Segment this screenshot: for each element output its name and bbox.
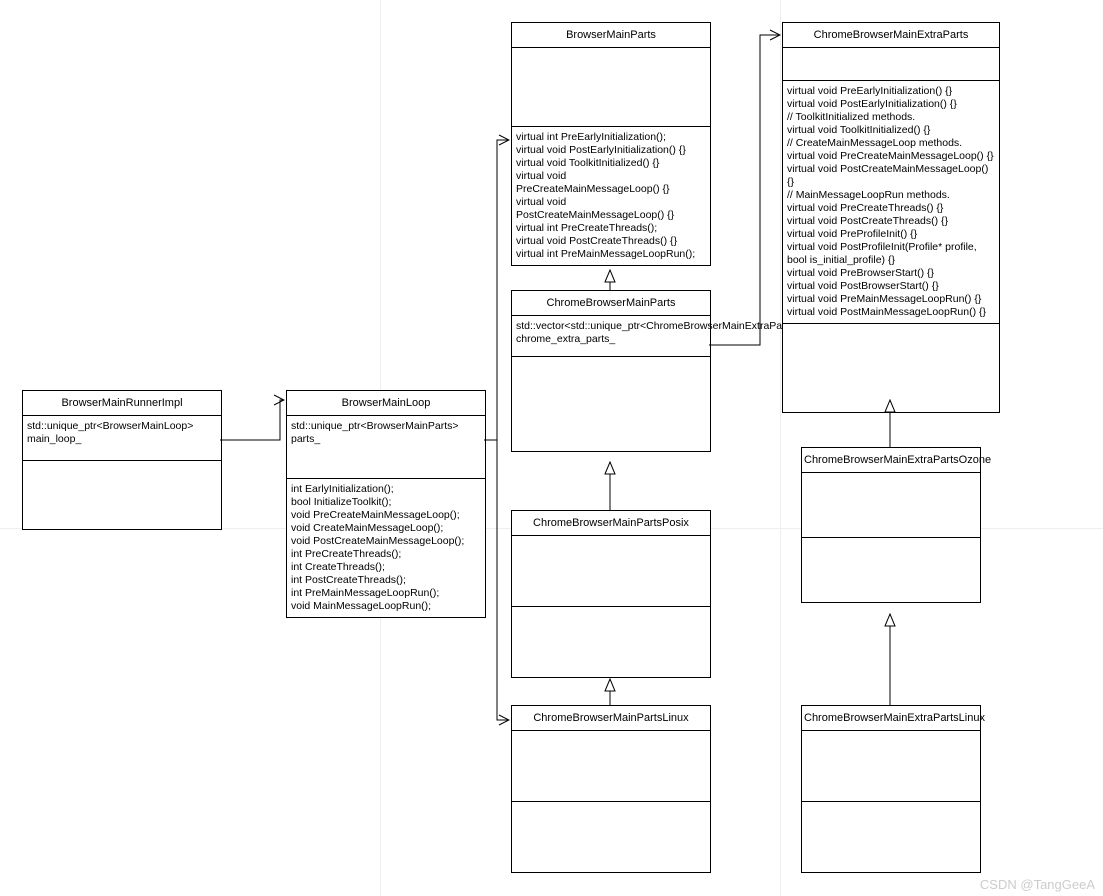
class-chrome-browser-main-extra-parts-linux: ChromeBrowserMainExtraPartsLinux <box>801 705 981 873</box>
class-title: ChromeBrowserMainExtraParts <box>783 23 999 48</box>
class-title: BrowserMainLoop <box>287 391 485 416</box>
class-attrs <box>512 48 710 127</box>
diagram-canvas: BrowserMainRunnerImpl std::unique_ptr<Br… <box>0 0 1103 896</box>
watermark: CSDN @TangGeeA <box>980 877 1095 892</box>
class-ops: int EarlyInitialization(); bool Initiali… <box>287 479 485 617</box>
class-title: BrowserMainParts <box>512 23 710 48</box>
class-attrs <box>802 731 980 802</box>
class-attrs <box>802 473 980 538</box>
assoc-cbmp-to-extra <box>709 35 780 345</box>
assoc-loop-to-parts <box>484 140 509 440</box>
class-attrs <box>512 731 710 802</box>
class-extra <box>783 324 999 412</box>
class-ops <box>802 802 980 872</box>
class-browser-main-loop: BrowserMainLoop std::unique_ptr<BrowserM… <box>286 390 486 618</box>
class-attrs <box>512 536 710 607</box>
assoc-loop-to-linux <box>497 440 509 720</box>
class-chrome-browser-main-parts: ChromeBrowserMainParts std::vector<std::… <box>511 290 711 452</box>
class-ops: virtual int PreEarlyInitialization(); vi… <box>512 127 710 265</box>
class-title: ChromeBrowserMainParts <box>512 291 710 316</box>
class-title: BrowserMainRunnerImpl <box>23 391 221 416</box>
class-title: ChromeBrowserMainExtraPartsLinux <box>802 706 980 731</box>
class-title: ChromeBrowserMainPartsLinux <box>512 706 710 731</box>
assoc-runner-to-loop <box>220 400 284 440</box>
class-ops <box>23 461 221 529</box>
class-ops <box>802 538 980 602</box>
class-ops <box>512 802 710 872</box>
class-title: ChromeBrowserMainPartsPosix <box>512 511 710 536</box>
class-ops: virtual void PreEarlyInitialization() {}… <box>783 81 999 324</box>
class-browser-main-runner-impl: BrowserMainRunnerImpl std::unique_ptr<Br… <box>22 390 222 530</box>
class-attrs: std::unique_ptr<BrowserMainLoop> main_lo… <box>23 416 221 461</box>
class-chrome-browser-main-parts-posix: ChromeBrowserMainPartsPosix <box>511 510 711 678</box>
class-browser-main-parts: BrowserMainParts virtual int PreEarlyIni… <box>511 22 711 266</box>
class-attrs: std::unique_ptr<BrowserMainParts> parts_ <box>287 416 485 479</box>
class-chrome-browser-main-extra-parts-ozone: ChromeBrowserMainExtraPartsOzone <box>801 447 981 603</box>
class-title: ChromeBrowserMainExtraPartsOzone <box>802 448 980 473</box>
class-ops <box>512 357 710 451</box>
class-chrome-browser-main-extra-parts: ChromeBrowserMainExtraParts virtual void… <box>782 22 1000 413</box>
class-chrome-browser-main-parts-linux: ChromeBrowserMainPartsLinux <box>511 705 711 873</box>
class-attrs <box>783 48 999 81</box>
class-ops <box>512 607 710 677</box>
class-attrs: std::vector<std::unique_ptr<ChromeBrowse… <box>512 316 710 357</box>
